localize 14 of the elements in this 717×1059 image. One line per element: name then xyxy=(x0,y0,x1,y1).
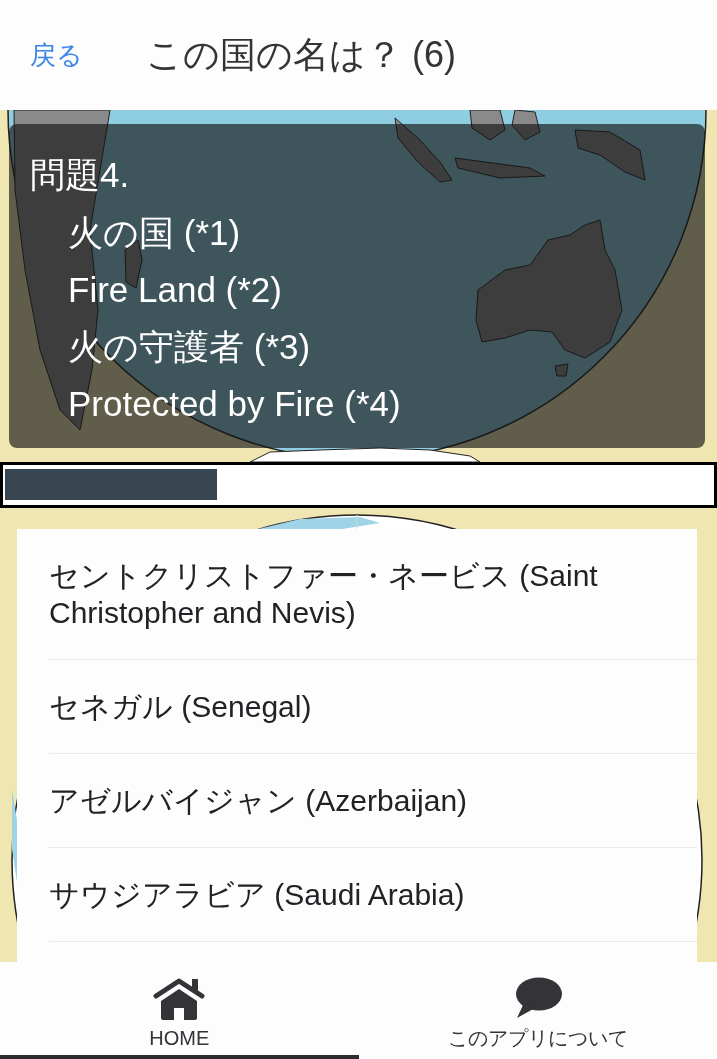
house-icon xyxy=(152,977,207,1020)
nav-tab[interactable]: HOME xyxy=(0,962,359,1059)
hint-text: 火の守護者 (*3) xyxy=(68,326,312,368)
back-link[interactable]: 戻る xyxy=(30,39,83,71)
hint-text: Fire Land (*2) xyxy=(68,269,283,311)
answer-option[interactable]: セネガル (Senegal) xyxy=(49,660,697,754)
hint-text: 火の国 (*1) xyxy=(68,212,242,254)
answer-option[interactable]: アゼルバイジャン (Azerbaijan) xyxy=(49,754,697,848)
screen-title: この国の名は？ (6) xyxy=(146,33,456,77)
answer-option[interactable]: セントクリストファー・ネービス (Saint Christopher and Nevis) xyxy=(49,529,697,660)
hint-text: Protected by Fire (*4) xyxy=(68,383,402,425)
nav-tab[interactable]: このアプリについて xyxy=(358,962,717,1059)
answer-option[interactable]: サウジアラビア (Saudi Arabia) xyxy=(49,848,697,942)
question-heading: 問題4. xyxy=(30,154,131,196)
